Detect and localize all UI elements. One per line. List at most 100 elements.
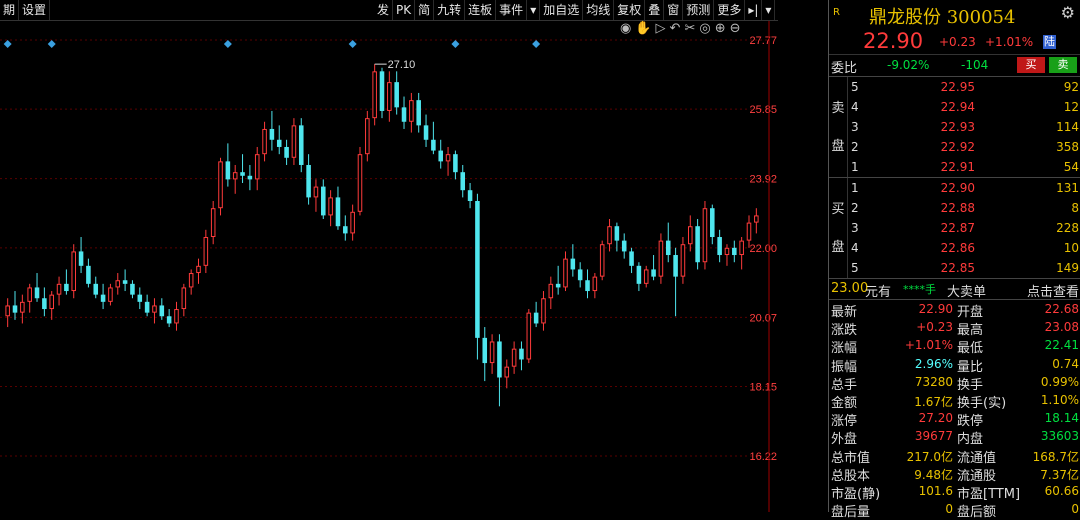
- toolbar-item[interactable]: 均线: [583, 0, 615, 20]
- toolbar-item[interactable]: ▸|: [745, 0, 763, 20]
- toolbar-item[interactable]: PK: [393, 0, 416, 20]
- candlestick-chart[interactable]: 27.77 25.85 23.92 22.00 20.07 18.15 16.22 27.10: [0, 21, 778, 512]
- book-level: 4: [851, 100, 859, 114]
- y-tick-label: 18.15: [749, 381, 777, 393]
- candle-body: [519, 348, 524, 360]
- stat-value: 33603: [1040, 429, 1079, 444]
- ask-row[interactable]: 5 22.95 92: [849, 77, 1080, 97]
- ask-row[interactable]: 1 22.91 54: [849, 157, 1080, 177]
- toolbar-left-item[interactable]: 设置: [19, 0, 51, 20]
- toolbar-item[interactable]: 连板: [465, 0, 497, 20]
- sell-button[interactable]: 卖: [1049, 57, 1077, 73]
- candle-body: [599, 244, 605, 277]
- ask-row[interactable]: 2 22.92 358: [849, 137, 1080, 157]
- trade-big-order: 大卖单: [947, 285, 987, 300]
- toolbar-item[interactable]: 预测: [683, 0, 715, 20]
- toolbar-item[interactable]: 复权: [614, 0, 646, 20]
- bid-row[interactable]: 3 22.87 228: [849, 218, 1080, 238]
- toolbar-item[interactable]: ▾: [527, 0, 541, 20]
- gear-icon[interactable]: ⚙: [1061, 3, 1075, 22]
- toolbar-item[interactable]: 叠: [645, 0, 665, 20]
- stat-value: 0.99%: [1040, 374, 1079, 389]
- bid-row[interactable]: 4 22.86 10: [849, 238, 1080, 258]
- toolbar-item[interactable]: 加自选: [540, 0, 584, 20]
- ask-label-2: 盘: [831, 139, 845, 154]
- stat-label: 涨幅: [831, 341, 858, 357]
- stat-value: 39677: [914, 429, 953, 444]
- book-level: 4: [851, 241, 859, 255]
- candle-body: [504, 366, 510, 378]
- trade-price: 23.00: [831, 281, 869, 296]
- bid-row[interactable]: 1 22.90 131: [849, 178, 1080, 198]
- candle-body: [533, 312, 539, 324]
- cut-icon[interactable]: ✂: [684, 21, 695, 36]
- candle-body: [497, 341, 502, 378]
- eye-icon[interactable]: ◉: [620, 21, 631, 36]
- event-diamond-icon[interactable]: [47, 40, 56, 48]
- event-diamond-icon[interactable]: [3, 40, 12, 48]
- ask-row[interactable]: 3 22.93 114: [849, 117, 1080, 137]
- buy-button[interactable]: 买: [1017, 57, 1045, 73]
- toolbar-item[interactable]: ▾: [762, 0, 776, 20]
- toolbar-item[interactable]: 九转: [434, 0, 466, 20]
- stock-header: R 鼎龙股份 300054 ⚙: [829, 0, 1080, 28]
- bid-row[interactable]: 2 22.88 8: [849, 198, 1080, 218]
- bid-row[interactable]: 5 22.85 149: [849, 258, 1080, 278]
- candle-body: [225, 161, 231, 180]
- stock-title[interactable]: 鼎龙股份 300054: [869, 3, 1015, 29]
- candle-body: [218, 161, 223, 209]
- candle-body: [673, 255, 678, 277]
- quote-panel: R 鼎龙股份 300054 ⚙ 22.90 +0.23 +1.01% 陆 委比 …: [828, 0, 1080, 520]
- book-price: 22.90: [940, 181, 975, 195]
- toolbar-item[interactable]: 事件: [496, 0, 528, 20]
- stat-value: 101.6: [918, 483, 953, 498]
- toolbar-item[interactable]: 窗: [664, 0, 684, 20]
- stat-value: 18.14: [1044, 411, 1079, 426]
- stats-row: 振幅 2.96% 量比 0.74: [829, 355, 1080, 375]
- bid-side-label: 买 盘: [829, 178, 848, 278]
- stat-label: 最低: [957, 341, 984, 357]
- stat-value: 60.66: [1044, 483, 1079, 498]
- event-diamond-icon[interactable]: [532, 40, 541, 48]
- stat-value: 0: [945, 502, 953, 517]
- event-diamond-icon[interactable]: [348, 40, 357, 48]
- book-price: 22.85: [940, 261, 975, 275]
- candle-body: [93, 283, 99, 295]
- undo-icon[interactable]: ↶: [670, 21, 681, 36]
- toolbar-left-item[interactable]: 期: [0, 0, 20, 20]
- stat-label: 换手(实): [957, 395, 1007, 411]
- target-icon[interactable]: ◎: [699, 21, 710, 36]
- event-diamond-icon[interactable]: [223, 40, 232, 48]
- y-tick-label: 27.77: [749, 35, 777, 47]
- view-details-link[interactable]: 点击查看: [1027, 281, 1079, 300]
- zoom-in-icon[interactable]: ⊕: [715, 21, 726, 36]
- stat-label: 盘后量: [831, 505, 871, 520]
- book-volume: 54: [1063, 160, 1079, 174]
- toolbar-item[interactable]: 发: [374, 0, 394, 20]
- last-price: 22.90: [863, 29, 924, 53]
- stat-label: 流通股: [957, 468, 997, 484]
- stats-row: 金额 1.67亿 换手(实) 1.10%: [829, 391, 1080, 411]
- candle-body: [247, 175, 253, 180]
- play-icon[interactable]: ▷: [656, 21, 666, 36]
- candle-body: [636, 265, 642, 284]
- book-volume: 149: [1056, 261, 1079, 275]
- candle-body: [313, 186, 319, 198]
- hand-icon[interactable]: ✋: [635, 21, 651, 36]
- candle-body: [754, 215, 759, 223]
- candle-body: [71, 251, 77, 292]
- book-level: 5: [851, 80, 859, 94]
- zoom-out-icon[interactable]: ⊖: [730, 21, 741, 36]
- candle-body: [732, 247, 737, 256]
- toolbar-item[interactable]: 更多: [714, 0, 746, 20]
- stat-label: 最新: [831, 305, 858, 320]
- ask-row[interactable]: 4 22.94 12: [849, 97, 1080, 117]
- stat-value: 0.74: [1052, 356, 1079, 371]
- stats-row: 涨跌 +0.23 最高 23.08: [829, 318, 1080, 338]
- book-price: 22.94: [940, 100, 975, 114]
- weibi-ratio: -9.02%: [887, 58, 930, 72]
- candle-body: [20, 301, 25, 313]
- toolbar-item[interactable]: 简: [415, 0, 435, 20]
- stat-value: 22.68: [1044, 302, 1079, 316]
- event-diamond-icon[interactable]: [451, 40, 460, 48]
